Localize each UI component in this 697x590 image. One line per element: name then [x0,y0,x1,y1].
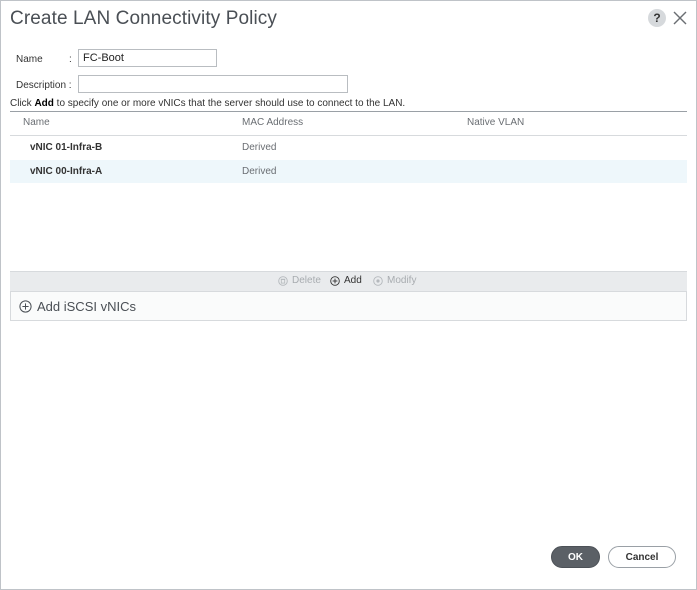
mac-address-cell: Derived [242,142,277,153]
vnic-name-cell: vNIC 00-Infra-A [30,166,103,177]
modify-label: Modify [387,275,417,286]
table-row[interactable]: vNIC 01-Infra-B Derived [10,136,687,159]
close-icon[interactable] [672,10,688,26]
mac-address-cell: Derived [242,166,277,177]
vnic-table-body: vNIC 01-Infra-B Derived vNIC 00-Infra-A … [10,135,687,271]
name-colon: : [69,54,72,65]
add-circle-icon [330,275,340,286]
add-hint-text: Click Add to specify one or more vNICs t… [10,98,405,109]
add-label: Add [344,275,362,286]
column-header-name[interactable]: Name [23,117,50,128]
hint-bold: Add [34,98,54,109]
table-row[interactable]: vNIC 00-Infra-A Derived [10,160,687,183]
delete-icon [278,275,288,286]
vnic-table-header: Name MAC Address Native VLAN [10,111,687,136]
description-input[interactable] [78,75,348,93]
create-lan-connectivity-policy-dialog: Create LAN Connectivity Policy ? Name : … [0,0,697,590]
vnic-table-toolbar: Delete Add Modify [10,271,687,291]
column-header-native-vlan[interactable]: Native VLAN [467,117,524,128]
expand-plus-icon [19,300,32,313]
help-icon[interactable]: ? [648,9,666,27]
hint-suffix: to specify one or more vNICs that the se… [53,98,406,109]
name-label: Name [16,54,43,65]
delete-label: Delete [292,275,321,286]
dialog-title: Create LAN Connectivity Policy [10,8,277,29]
description-label: Description : [16,80,72,91]
hint-prefix: Click [10,98,35,109]
modify-button[interactable]: Modify [373,275,416,286]
add-iscsi-vnics-section[interactable]: Add iSCSI vNICs [10,291,687,321]
delete-button[interactable]: Delete [278,275,321,286]
add-iscsi-vnics-label: Add iSCSI vNICs [37,299,136,314]
column-header-mac-address[interactable]: MAC Address [242,117,303,128]
name-input[interactable] [78,49,217,67]
cancel-button[interactable]: Cancel [608,546,676,568]
vnic-name-cell: vNIC 01-Infra-B [30,142,103,153]
ok-button[interactable]: OK [551,546,600,568]
modify-icon [373,275,383,286]
add-iscsi-vnics-toggle[interactable]: Add iSCSI vNICs [19,299,136,314]
add-button[interactable]: Add [330,275,362,286]
